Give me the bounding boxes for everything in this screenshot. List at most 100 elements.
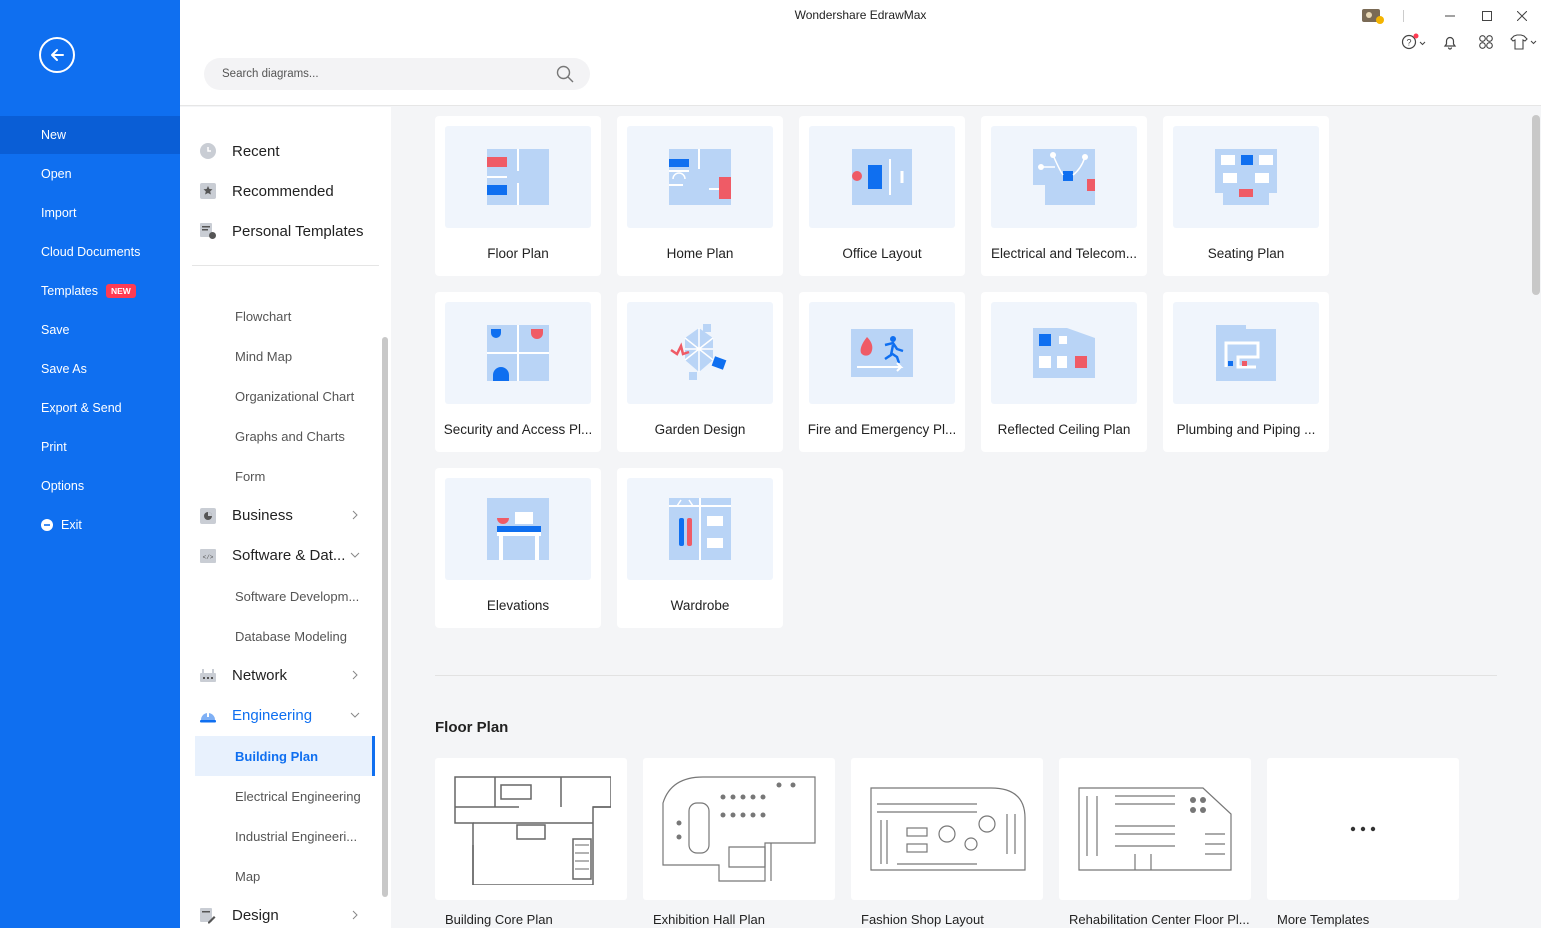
category-personal-templates[interactable]: Personal Templates <box>180 211 380 251</box>
nav-import[interactable]: Import <box>0 194 180 232</box>
nav-new[interactable]: New <box>0 116 180 154</box>
subcategory-flowchart[interactable]: Flowchart <box>180 296 380 336</box>
tshirt-icon <box>1510 34 1537 50</box>
nav-save[interactable]: Save <box>0 311 180 349</box>
category-recent[interactable]: Recent <box>180 131 380 171</box>
example-card-fashion-shop-layout[interactable] <box>851 758 1043 900</box>
nav-print[interactable]: Print <box>0 428 180 466</box>
title-separator <box>1401 7 1405 25</box>
template-thumbnail <box>445 302 591 404</box>
template-card-home-plan[interactable]: Home Plan <box>617 116 783 276</box>
template-thumbnail <box>809 126 955 228</box>
category-scrollbar[interactable] <box>382 337 388 897</box>
subcategory-software-development[interactable]: Software Developm... <box>180 576 380 616</box>
subcategory-map[interactable]: Map <box>180 856 380 896</box>
category-network[interactable]: Network <box>180 656 380 696</box>
back-button[interactable] <box>39 37 75 73</box>
subcategory-electrical-engineering[interactable]: Electrical Engineering <box>180 776 380 816</box>
nav-cloud-documents[interactable]: Cloud Documents <box>0 233 180 271</box>
wardrobe-icon <box>669 498 731 560</box>
plumbing-piping-icon <box>1216 325 1276 381</box>
design-icon <box>200 908 216 924</box>
example-name: Fashion Shop Layout <box>861 912 984 927</box>
close-icon <box>1517 11 1527 21</box>
template-card-elevations[interactable]: Elevations <box>435 468 601 628</box>
clock-icon <box>200 143 216 159</box>
fashion-shop-layout-thumbnail <box>870 787 1026 871</box>
template-card-security-access[interactable]: Security and Access Pl... <box>435 292 601 452</box>
example-card-exhibition-hall-plan[interactable] <box>643 758 835 900</box>
category-divider <box>192 265 379 266</box>
category-panel: Recent Recommended Personal Templates Fl… <box>180 107 391 928</box>
elevations-icon <box>487 498 549 560</box>
template-card-plumbing-piping[interactable]: Plumbing and Piping ... <box>1163 292 1329 452</box>
nav-label: Save As <box>41 362 87 376</box>
subcategory-industrial-engineering[interactable]: Industrial Engineeri... <box>180 816 380 856</box>
maximize-button[interactable] <box>1476 7 1498 25</box>
user-avatar[interactable] <box>1360 7 1386 25</box>
nav-exit[interactable]: Exit <box>0 506 180 544</box>
search-icon[interactable] <box>556 65 574 83</box>
search-input[interactable] <box>222 64 542 84</box>
category-design[interactable]: Design <box>180 896 380 928</box>
subcategory-mind-map[interactable]: Mind Map <box>180 336 380 376</box>
minimize-button[interactable] <box>1439 7 1461 25</box>
nav-label: Open <box>41 167 72 181</box>
template-name: Plumbing and Piping ... <box>1176 422 1316 437</box>
template-card-fire-emergency[interactable]: Fire and Emergency Pl... <box>799 292 965 452</box>
chevron-right-icon <box>352 510 358 520</box>
subcategory-database-modeling[interactable]: Database Modeling <box>180 616 380 656</box>
nav-label: Exit <box>61 518 82 532</box>
nav-label: Print <box>41 440 67 454</box>
bell-icon <box>1443 36 1457 50</box>
chevron-down-icon <box>350 712 360 718</box>
nav-templates[interactable]: Templates NEW <box>0 272 180 310</box>
template-card-electrical-telecom[interactable]: Electrical and Telecom... <box>981 116 1147 276</box>
nav-options[interactable]: Options <box>0 467 180 505</box>
template-card-seating-plan[interactable]: Seating Plan <box>1163 116 1329 276</box>
help-button[interactable]: ? <box>1401 32 1427 52</box>
template-name: Electrical and Telecom... <box>990 246 1138 261</box>
template-thumbnail <box>809 302 955 404</box>
section-divider <box>435 675 1497 676</box>
maximize-icon <box>1482 11 1492 21</box>
main-scrollbar[interactable] <box>1532 115 1540 295</box>
category-engineering[interactable]: Engineering <box>180 696 380 736</box>
notification-button[interactable] <box>1439 32 1461 52</box>
section-title: Floor Plan <box>435 719 509 736</box>
close-button[interactable] <box>1511 7 1533 25</box>
star-icon <box>200 183 216 199</box>
nav-open[interactable]: Open <box>0 155 180 193</box>
app-title: Wondershare EdrawMax <box>794 8 927 22</box>
subcategory-organizational-chart[interactable]: Organizational Chart <box>180 376 380 416</box>
title-bar: Wondershare EdrawMax ? <box>180 0 1541 106</box>
apps-button[interactable] <box>1475 32 1497 52</box>
theme-button[interactable] <box>1509 32 1537 52</box>
subcategory-graphs-charts[interactable]: Graphs and Charts <box>180 416 380 456</box>
subcategory-building-plan[interactable]: Building Plan <box>195 736 375 776</box>
nav-label: Cloud Documents <box>41 245 141 259</box>
template-card-floor-plan[interactable]: Floor Plan <box>435 116 601 276</box>
category-software-database[interactable]: </> Software & Dat... <box>180 536 380 576</box>
nav-save-as[interactable]: Save As <box>0 350 180 388</box>
template-card-garden-design[interactable]: Garden Design <box>617 292 783 452</box>
template-name: Security and Access Pl... <box>443 422 593 437</box>
search-box <box>204 58 590 90</box>
exit-icon <box>41 519 53 531</box>
category-recommended[interactable]: Recommended <box>180 171 380 211</box>
template-name: Office Layout <box>842 246 922 261</box>
template-card-office-layout[interactable]: Office Layout <box>799 116 965 276</box>
chevron-right-icon <box>352 670 358 680</box>
example-card-building-core-plan[interactable] <box>435 758 627 900</box>
nav-label: Options <box>41 479 85 493</box>
nav-export-send[interactable]: Export & Send <box>0 389 180 427</box>
template-card-reflected-ceiling[interactable]: Reflected Ceiling Plan <box>981 292 1147 452</box>
category-business[interactable]: Business <box>180 496 380 536</box>
more-templates-card[interactable] <box>1267 758 1459 900</box>
template-thumbnail <box>445 478 591 580</box>
subcategory-form[interactable]: Form <box>180 456 380 496</box>
nav-label: New <box>41 128 67 142</box>
example-card-rehabilitation-center[interactable] <box>1059 758 1251 900</box>
minimize-icon <box>1445 15 1455 17</box>
template-card-wardrobe[interactable]: Wardrobe <box>617 468 783 628</box>
